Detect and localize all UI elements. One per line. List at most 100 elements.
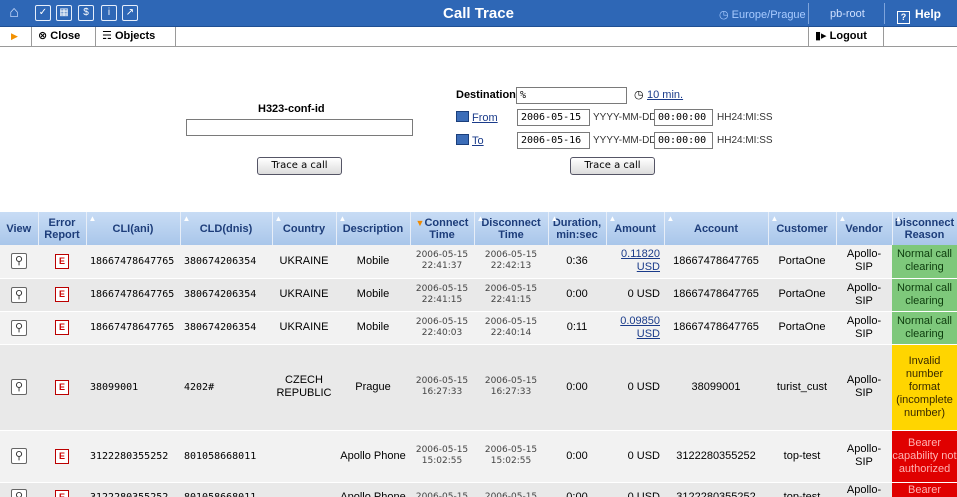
- amount-link[interactable]: 0.11820 USD: [621, 248, 660, 273]
- close-button[interactable]: ⊗ Close: [32, 27, 96, 46]
- error-report-cell: E: [38, 430, 86, 483]
- amount-value: 0.09850: [620, 314, 660, 327]
- col-cli[interactable]: ▲ CLI(ani): [86, 212, 181, 245]
- divider: [884, 3, 885, 24]
- view-magnifier-icon[interactable]: ⚲: [11, 319, 27, 336]
- table-row: ⚲ E 38099001 4202# CZECH REPUBLIC Prague …: [0, 344, 957, 431]
- time-text: 16:27:33: [421, 387, 463, 397]
- help-link[interactable]: ? Help: [897, 7, 941, 24]
- reason-line: Normal call: [896, 314, 952, 327]
- checkbox-icon[interactable]: ✓: [35, 5, 51, 21]
- header-label: View: [6, 222, 32, 235]
- date-text: 2006-05-15: [415, 491, 469, 497]
- error-report-icon[interactable]: E: [55, 448, 69, 464]
- chart-icon[interactable]: ↗: [122, 5, 138, 21]
- error-report-icon[interactable]: E: [55, 489, 69, 497]
- vendor-line: SIP: [855, 387, 873, 399]
- reason-line: Normal call: [896, 281, 952, 294]
- amount-currency: USD: [636, 261, 660, 274]
- trace-call-button[interactable]: Trace a call: [257, 157, 342, 175]
- error-report-icon[interactable]: E: [55, 379, 69, 395]
- account-cell: 38099001: [664, 344, 768, 431]
- header-label: Connect: [424, 216, 469, 229]
- col-customer[interactable]: ▲ Customer: [768, 212, 837, 245]
- col-description[interactable]: ▲ Description: [336, 212, 411, 245]
- error-report-icon[interactable]: E: [55, 287, 69, 302]
- time-format-hint: HH24:MI:SS: [717, 112, 773, 123]
- header-label: Reason: [904, 228, 945, 241]
- date-text: 2006-05-15: [484, 283, 538, 294]
- col-duration[interactable]: ▲ Duration, min:sec: [548, 212, 607, 245]
- h323-input[interactable]: [186, 119, 413, 136]
- time-text: 22:40:03: [421, 327, 463, 338]
- destination-input[interactable]: %: [516, 87, 627, 104]
- grid-icon[interactable]: ▦: [56, 5, 72, 21]
- view-magnifier-icon[interactable]: ⚲: [11, 253, 27, 270]
- from-date-input[interactable]: 2006-05-15: [517, 109, 590, 126]
- vendor-line: Apollo-: [846, 314, 882, 327]
- col-view[interactable]: View: [0, 212, 39, 245]
- col-cld[interactable]: ▲ CLD(dnis): [180, 212, 273, 245]
- view-cell: ⚲: [0, 245, 38, 279]
- col-connect-time[interactable]: ▼Connect Time: [410, 212, 475, 245]
- user-link[interactable]: pb-root: [830, 8, 865, 20]
- col-error-report[interactable]: Error Report: [38, 212, 87, 245]
- vendor-cell: Apollo-SIP: [836, 344, 892, 431]
- description-cell: Mobile: [336, 278, 410, 312]
- view-cell: ⚲: [0, 311, 38, 345]
- amount-cell: 0 USD: [606, 278, 664, 312]
- col-disconnect-reason[interactable]: ▲ Disconnect Reason: [892, 212, 957, 245]
- view-cell: ⚲: [0, 430, 38, 483]
- sort-arrow-icon: ▲: [894, 214, 903, 223]
- error-report-cell: E: [38, 482, 86, 497]
- duration-cell: 0:11: [548, 311, 606, 345]
- view-magnifier-icon[interactable]: ⚲: [11, 286, 27, 303]
- col-country[interactable]: ▲ Country: [272, 212, 337, 245]
- col-vendor[interactable]: ▲ Vendor: [836, 212, 893, 245]
- timezone-link[interactable]: ◷ Europe/Prague: [719, 8, 806, 21]
- top-navigation-bar: ⌂ ✓ ▦ $ i ↗ Call Trace ◷ Europe/Prague p…: [0, 0, 957, 27]
- cld-cell: 380674206354: [180, 278, 272, 312]
- error-report-icon[interactable]: E: [55, 253, 69, 269]
- error-report-icon[interactable]: E: [55, 320, 69, 335]
- objects-icon: ☴: [102, 30, 112, 42]
- to-time-input[interactable]: 00:00:00: [654, 132, 713, 149]
- view-magnifier-icon[interactable]: ⚲: [11, 448, 27, 464]
- from-time-input[interactable]: 00:00:00: [654, 109, 713, 126]
- trace-call-button-2[interactable]: Trace a call: [570, 157, 655, 175]
- logout-button[interactable]: ▮▸ Logout: [808, 27, 884, 46]
- reason-line: Normal call: [896, 248, 952, 261]
- from-link[interactable]: From: [456, 111, 498, 124]
- date-text: 2006-05-15: [415, 283, 469, 294]
- country-text: UKRAINE: [279, 321, 329, 333]
- col-amount[interactable]: ▲ Amount: [606, 212, 665, 245]
- col-disconnect-time[interactable]: ▲ Disconnect Time: [474, 212, 549, 245]
- reason-line: Invalid: [908, 354, 941, 367]
- customer-cell: PortaOne: [768, 245, 836, 279]
- view-cell: ⚲: [0, 278, 38, 312]
- view-magnifier-icon[interactable]: ⚲: [11, 489, 27, 497]
- from-label: From: [472, 112, 498, 124]
- table-body: ⚲ E 18667478647765 380674206354 UKRAINE …: [0, 245, 957, 497]
- cli-cell: 18667478647765: [86, 311, 180, 345]
- interval-link[interactable]: 10 min.: [647, 89, 683, 101]
- sort-arrow-icon: ▲: [550, 214, 559, 223]
- description-cell: Mobile: [336, 311, 410, 345]
- view-magnifier-icon[interactable]: ⚲: [11, 379, 27, 395]
- objects-button[interactable]: ☴ Objects: [96, 27, 176, 46]
- sort-arrow-icon: ▲: [770, 214, 779, 223]
- to-link[interactable]: To: [456, 134, 484, 147]
- reason-line: Bearer: [907, 436, 942, 449]
- info-icon[interactable]: i: [101, 5, 117, 21]
- col-account[interactable]: ▲ Account: [664, 212, 769, 245]
- home-icon[interactable]: ⌂: [6, 5, 22, 21]
- amount-link[interactable]: 0.09850 USD: [620, 315, 660, 340]
- amount-cell: 0 USD: [606, 344, 664, 431]
- to-date-input[interactable]: 2006-05-16: [517, 132, 590, 149]
- h323-label: H323-conf-id: [258, 103, 325, 115]
- header-label: min:sec: [556, 228, 598, 241]
- cli-cell: 3122280355252: [86, 430, 180, 483]
- dollar-icon[interactable]: $: [78, 5, 94, 21]
- reason-line: number): [904, 406, 945, 419]
- date-text: 2006-05-15: [415, 376, 469, 386]
